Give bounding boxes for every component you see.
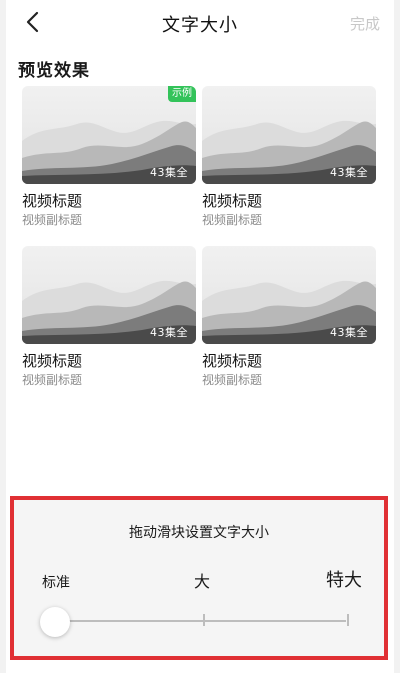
slider-knob[interactable] (40, 607, 70, 637)
video-subtitle: 视频副标题 (22, 213, 83, 227)
episode-count: 43集全 (330, 166, 368, 179)
video-subtitle: 视频副标题 (22, 373, 83, 387)
page-title: 文字大小 (162, 15, 238, 36)
level-standard-label[interactable]: 标准 (42, 572, 70, 592)
episode-count: 43集全 (150, 166, 188, 179)
video-subtitle: 视频副标题 (202, 373, 263, 387)
done-button[interactable]: 完成 (350, 13, 380, 34)
slider-hint: 拖动滑块设置文字大小 (129, 525, 269, 541)
example-badge: 示例 (168, 86, 196, 102)
preview-card: 43集全 视频标题 视频副标题 (202, 246, 376, 388)
slider-track[interactable] (54, 620, 346, 622)
video-subtitle: 视频副标题 (202, 213, 263, 227)
level-extra-large-label[interactable]: 特大 (326, 566, 362, 592)
video-title: 视频标题 (22, 352, 83, 370)
preview-section-title: 预览效果 (18, 61, 90, 81)
header: 文字大小 完成 (6, 0, 394, 44)
video-thumbnail: 43集全 (202, 246, 376, 344)
video-title: 视频标题 (22, 192, 83, 210)
episode-count: 43集全 (150, 326, 188, 339)
level-large-label[interactable]: 大 (194, 568, 210, 592)
preview-card: 示例 43集全 视频标题 视频副标题 (22, 86, 196, 228)
video-title: 视频标题 (202, 192, 263, 210)
video-title: 视频标题 (202, 352, 263, 370)
video-thumbnail: 43集全 (202, 86, 376, 184)
font-size-panel: 拖动滑块设置文字大小 标准 大 特大 (10, 496, 388, 660)
preview-card: 43集全 视频标题 视频副标题 (22, 246, 196, 388)
slider-tick (203, 614, 205, 626)
preview-card: 43集全 视频标题 视频副标题 (202, 86, 376, 228)
episode-count: 43集全 (330, 326, 368, 339)
font-size-screen: 文字大小 完成 预览效果 示例 43集全 视频标题 视频副标题 43集全 视频标… (6, 0, 394, 673)
video-thumbnail: 43集全 (22, 246, 196, 344)
slider-tick (347, 614, 349, 626)
video-thumbnail: 示例 43集全 (22, 86, 196, 184)
